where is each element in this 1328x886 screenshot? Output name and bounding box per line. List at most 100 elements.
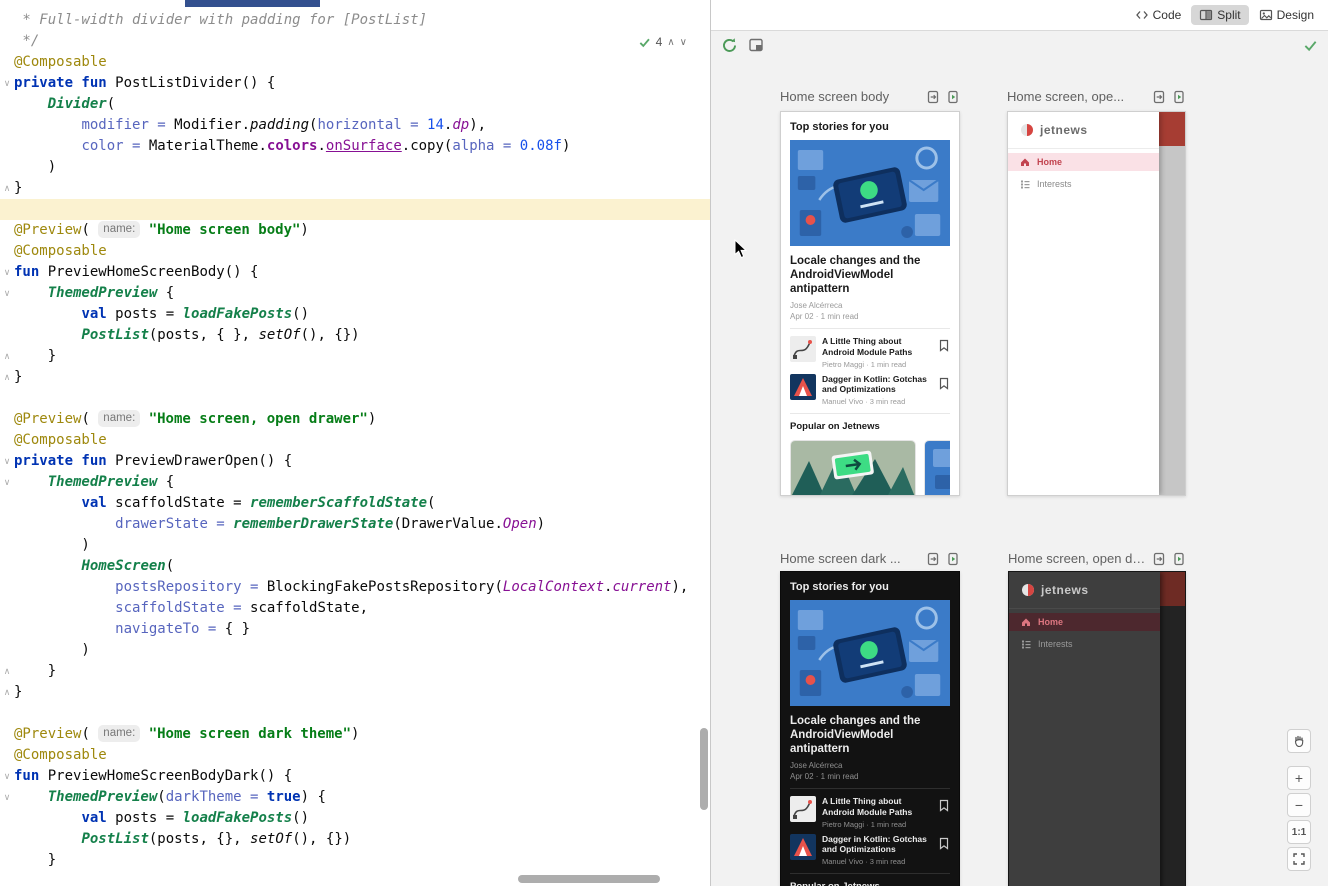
code-line[interactable]: @Composable: [0, 52, 710, 73]
code-line[interactable]: @Composable: [0, 430, 710, 451]
code-editor[interactable]: * Full-width divider with padding for [P…: [0, 0, 711, 886]
preview-card-home-screen-body[interactable]: Top stories for you Locale changes and t…: [780, 111, 960, 496]
preview-card-open-drawer[interactable]: jetnews Home Interests: [1007, 111, 1186, 496]
code-line[interactable]: }: [0, 850, 710, 871]
next-problem-icon[interactable]: ∨: [680, 37, 687, 48]
code-line[interactable]: @Preview( name: "Home screen dark theme"…: [0, 724, 710, 745]
code-line[interactable]: @Composable: [0, 241, 710, 262]
bookmark-icon[interactable]: [939, 837, 949, 850]
code-line[interactable]: ∨private fun PreviewDrawerOpen() {: [0, 451, 710, 472]
zoom-to-fit-button[interactable]: [1287, 847, 1311, 871]
fold-marker[interactable]: ∧: [0, 346, 14, 367]
code-line[interactable]: [0, 703, 710, 724]
zoom-out-button[interactable]: −: [1287, 793, 1311, 817]
code-line[interactable]: val posts = loadFakePosts(): [0, 808, 710, 829]
code-line[interactable]: val posts = loadFakePosts(): [0, 304, 710, 325]
ui-layout-options-icon[interactable]: [748, 37, 764, 53]
code-line[interactable]: ∨ ThemedPreview {: [0, 283, 710, 304]
pan-tool-button[interactable]: [1287, 729, 1311, 753]
code-line[interactable]: ∨private fun PostListDivider() {: [0, 73, 710, 94]
run-preview-icon[interactable]: [1172, 552, 1186, 566]
code-line[interactable]: ∧ }: [0, 346, 710, 367]
code-line[interactable]: PostList(posts, {}, setOf(), {}): [0, 829, 710, 850]
drawer-item-interests[interactable]: Interests: [1009, 635, 1160, 653]
code-line[interactable]: ∧}: [0, 682, 710, 703]
apply-changes-icon[interactable]: [1152, 552, 1166, 566]
code-line[interactable]: ∨fun PreviewHomeScreenBodyDark() {: [0, 766, 710, 787]
feed-meta: Apr 02 · 1 min read: [790, 772, 950, 781]
popular-card[interactable]: From Java Programming Langua... Florina …: [790, 440, 916, 496]
code-line[interactable]: ∨fun PreviewHomeScreenBody() {: [0, 262, 710, 283]
code-line[interactable]: scaffoldState = scaffoldState,: [0, 598, 710, 619]
apply-changes-icon[interactable]: [1152, 90, 1166, 104]
article-row[interactable]: A Little Thing about Android Module Path…: [790, 796, 950, 828]
bookmark-icon[interactable]: [939, 799, 949, 812]
mode-split-button[interactable]: Split: [1191, 5, 1248, 25]
run-preview-icon[interactable]: [946, 552, 960, 566]
preview-card-open-drawer-dark[interactable]: jetnews Home Interests: [1008, 571, 1186, 886]
popular-card[interactable]: Locale changes and the AndroidViewModel …: [924, 440, 950, 496]
code-line[interactable]: val scaffoldState = rememberScaffoldStat…: [0, 493, 710, 514]
code-line[interactable]: color = MaterialTheme.colors.onSurface.c…: [0, 136, 710, 157]
zoom-actual-size-button[interactable]: 1:1: [1287, 820, 1311, 844]
apply-changes-icon[interactable]: [926, 552, 940, 566]
build-refresh-icon[interactable]: [721, 37, 738, 54]
code-line[interactable]: ∧}: [0, 367, 710, 388]
code-line[interactable]: ): [0, 535, 710, 556]
code-line[interactable]: ): [0, 640, 710, 661]
preview-card-home-screen-dark[interactable]: Top stories for you Locale changes and t…: [780, 571, 960, 886]
drawer-item-home[interactable]: Home: [1008, 153, 1159, 171]
code-line[interactable]: modifier = Modifier.padding(horizontal =…: [0, 115, 710, 136]
code-line[interactable]: drawerState = rememberDrawerState(Drawer…: [0, 514, 710, 535]
caret-line[interactable]: [0, 199, 710, 220]
drawer-item-interests[interactable]: Interests: [1008, 175, 1159, 193]
previous-problem-icon[interactable]: ∧: [667, 37, 674, 48]
code-line[interactable]: [0, 388, 710, 409]
article-row[interactable]: Dagger in Kotlin: Gotchas and Optimizati…: [790, 374, 950, 406]
inspections-widget[interactable]: 4 ∧ ∨: [635, 34, 690, 50]
drawer-item-home[interactable]: Home: [1009, 613, 1160, 631]
run-preview-icon[interactable]: [1172, 90, 1186, 104]
article-row[interactable]: A Little Thing about Android Module Path…: [790, 336, 950, 368]
code-line[interactable]: ∨ ThemedPreview {: [0, 472, 710, 493]
fold-marker[interactable]: ∨: [0, 451, 14, 472]
code-line[interactable]: ∨ ThemedPreview(darkTheme = true) {: [0, 787, 710, 808]
mode-code-button[interactable]: Code: [1127, 5, 1190, 25]
run-preview-icon[interactable]: [946, 90, 960, 104]
code-line[interactable]: ∧}: [0, 178, 710, 199]
feed-headline[interactable]: Locale changes and the AndroidViewModel …: [790, 715, 950, 756]
code-line[interactable]: * Full-width divider with padding for [P…: [0, 10, 710, 31]
code-line[interactable]: navigateTo = { }: [0, 619, 710, 640]
code-line[interactable]: postsRepository = BlockingFakePostsRepos…: [0, 577, 710, 598]
fold-marker[interactable]: ∨: [0, 283, 14, 304]
preview-canvas[interactable]: Home screen body Home screen, ope... Hom…: [711, 59, 1328, 886]
code-line[interactable]: Divider(: [0, 94, 710, 115]
fold-marker[interactable]: ∧: [0, 367, 14, 388]
active-file-tab-indicator[interactable]: [185, 0, 320, 7]
editor-horizontal-scrollbar[interactable]: [518, 875, 660, 883]
feed-headline[interactable]: Locale changes and the AndroidViewModel …: [790, 255, 950, 296]
fold-marker[interactable]: ∨: [0, 787, 14, 808]
fold-marker[interactable]: ∨: [0, 472, 14, 493]
code-line[interactable]: @Composable: [0, 745, 710, 766]
fold-marker[interactable]: ∧: [0, 682, 14, 703]
zoom-in-button[interactable]: +: [1287, 766, 1311, 790]
fold-marker[interactable]: ∨: [0, 262, 14, 283]
article-row[interactable]: Dagger in Kotlin: Gotchas and Optimizati…: [790, 834, 950, 866]
code-line[interactable]: PostList(posts, { }, setOf(), {}): [0, 325, 710, 346]
code-line[interactable]: @Preview( name: "Home screen, open drawe…: [0, 409, 710, 430]
fold-marker[interactable]: ∨: [0, 73, 14, 94]
fold-marker[interactable]: ∧: [0, 178, 14, 199]
apply-changes-icon[interactable]: [926, 90, 940, 104]
bookmark-icon[interactable]: [939, 377, 949, 390]
code-line[interactable]: */: [0, 31, 710, 52]
code-line[interactable]: HomeScreen(: [0, 556, 710, 577]
fold-marker[interactable]: ∨: [0, 766, 14, 787]
code-line[interactable]: ∧ }: [0, 661, 710, 682]
code-line[interactable]: ): [0, 157, 710, 178]
mode-design-button[interactable]: Design: [1251, 5, 1322, 25]
fold-marker[interactable]: ∧: [0, 661, 14, 682]
bookmark-icon[interactable]: [939, 339, 949, 352]
code-line[interactable]: @Preview( name: "Home screen body"): [0, 220, 710, 241]
editor-vertical-scrollbar[interactable]: [700, 728, 708, 810]
